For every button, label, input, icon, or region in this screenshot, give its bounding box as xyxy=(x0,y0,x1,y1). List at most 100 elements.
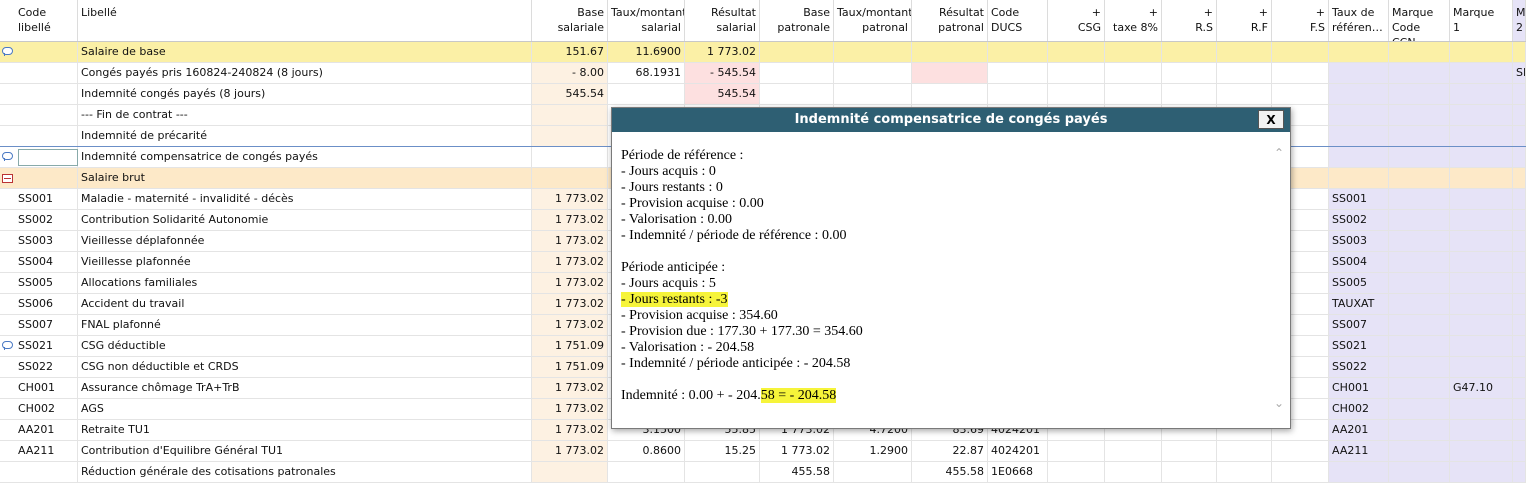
cell-marque-ccn[interactable] xyxy=(1389,189,1450,209)
cell-libelle[interactable]: Salaire de base xyxy=(78,42,532,62)
cell-csg[interactable] xyxy=(1048,441,1105,461)
comment-icon[interactable] xyxy=(0,42,15,62)
cell-taux-ref[interactable]: SS004 xyxy=(1329,252,1389,272)
cell-libelle[interactable]: Maladie - maternité - invalidité - décès xyxy=(78,189,532,209)
cell-marque1[interactable] xyxy=(1450,273,1513,293)
cell-csg[interactable] xyxy=(1048,462,1105,482)
cell-base-sal[interactable]: 1 773.02 xyxy=(532,294,608,314)
column-header-fs[interactable]: + F.S xyxy=(1272,0,1329,41)
cell-marque2[interactable] xyxy=(1513,105,1526,125)
cell-res-pat[interactable] xyxy=(912,63,988,83)
cell-taux-ref[interactable] xyxy=(1329,147,1389,167)
column-header-rf[interactable]: + R.F xyxy=(1217,0,1272,41)
cell-code[interactable]: SS007 xyxy=(15,315,78,335)
table-row[interactable]: Indemnité congés payés (8 jours) 545.54 54… xyxy=(0,84,1526,105)
cell-taux-ref[interactable]: SS005 xyxy=(1329,273,1389,293)
scroll-up-icon[interactable]: ⌃ xyxy=(1274,147,1284,159)
column-header-code[interactable]: Code libellé xyxy=(15,0,78,41)
cell-libelle[interactable]: Vieillesse déplafonnée xyxy=(78,231,532,251)
cell-marque-ccn[interactable] xyxy=(1389,84,1450,104)
cell-libelle[interactable]: Retraite TU1 xyxy=(78,420,532,440)
cell-taux-ref[interactable]: CH001 xyxy=(1329,378,1389,398)
cell-marque2[interactable] xyxy=(1513,378,1526,398)
column-header-taux-sal[interactable]: Taux/montant salarial xyxy=(608,0,685,41)
cell-base-sal[interactable] xyxy=(532,105,608,125)
cell-res-pat[interactable] xyxy=(912,84,988,104)
cell-marque1[interactable] xyxy=(1450,294,1513,314)
cell-taux-ref[interactable] xyxy=(1329,462,1389,482)
cell-code[interactable] xyxy=(15,42,78,62)
cell-marque-ccn[interactable] xyxy=(1389,252,1450,272)
dialog-close-button[interactable]: X xyxy=(1258,110,1284,129)
cell-taux-pat[interactable] xyxy=(834,63,912,83)
cell-code[interactable]: SS001 xyxy=(15,189,78,209)
cell-base-sal[interactable]: - 8.00 xyxy=(532,63,608,83)
cell-marque2[interactable] xyxy=(1513,231,1526,251)
cell-marque2[interactable]: SN xyxy=(1513,63,1526,83)
column-header-base-sal[interactable]: Base salariale xyxy=(532,0,608,41)
cell-rs[interactable] xyxy=(1162,441,1217,461)
cell-marque2[interactable] xyxy=(1513,315,1526,335)
cell-base-sal[interactable] xyxy=(532,462,608,482)
cell-taux-pat[interactable] xyxy=(834,462,912,482)
cell-base-sal[interactable] xyxy=(532,126,608,146)
cell-base-sal[interactable]: 545.54 xyxy=(532,84,608,104)
cell-taux-ref[interactable] xyxy=(1329,84,1389,104)
cell-taux-pat[interactable] xyxy=(834,84,912,104)
cell-marque2[interactable] xyxy=(1513,357,1526,377)
cell-base-sal[interactable] xyxy=(532,168,608,188)
cell-base-sal[interactable]: 1 773.02 xyxy=(532,189,608,209)
cell-marque2[interactable] xyxy=(1513,210,1526,230)
cell-marque-ccn[interactable] xyxy=(1389,294,1450,314)
cell-marque2[interactable] xyxy=(1513,294,1526,314)
table-row[interactable]: Congés payés pris 160824-240824 (8 jours… xyxy=(0,63,1526,84)
cell-base-sal[interactable]: 1 773.02 xyxy=(532,273,608,293)
cell-marque-ccn[interactable] xyxy=(1389,441,1450,461)
cell-rs[interactable] xyxy=(1162,462,1217,482)
cell-csg[interactable] xyxy=(1048,84,1105,104)
cell-base-pat[interactable] xyxy=(760,63,834,83)
cell-code[interactable]: AA211 xyxy=(15,441,78,461)
cell-code[interactable]: AA201 xyxy=(15,420,78,440)
scroll-down-icon[interactable]: ⌄ xyxy=(1274,397,1284,409)
cell-fs[interactable] xyxy=(1272,84,1329,104)
cell-base-sal[interactable]: 1 773.02 xyxy=(532,399,608,419)
cell-taxe8[interactable] xyxy=(1105,441,1162,461)
cell-marque1[interactable] xyxy=(1450,252,1513,272)
cell-base-sal[interactable]: 1 773.02 xyxy=(532,252,608,272)
cell-libelle[interactable]: Salaire brut xyxy=(78,168,532,188)
cell-marque1[interactable] xyxy=(1450,462,1513,482)
cell-taux-ref[interactable]: SS001 xyxy=(1329,189,1389,209)
cell-fs[interactable] xyxy=(1272,441,1329,461)
cell-marque1[interactable] xyxy=(1450,105,1513,125)
cell-marque-ccn[interactable] xyxy=(1389,462,1450,482)
column-header-marque2[interactable]: Ma 2 xyxy=(1513,0,1526,41)
cell-marque2[interactable] xyxy=(1513,84,1526,104)
cell-marque1[interactable] xyxy=(1450,63,1513,83)
cell-ducs[interactable]: 1E0668 xyxy=(988,462,1048,482)
cell-ducs[interactable]: 4024201 xyxy=(988,441,1048,461)
cell-marque2[interactable] xyxy=(1513,168,1526,188)
cell-ducs[interactable] xyxy=(988,84,1048,104)
column-header-csg[interactable]: + CSG xyxy=(1048,0,1105,41)
cell-marque-ccn[interactable] xyxy=(1389,273,1450,293)
cell-taux-ref[interactable]: AA201 xyxy=(1329,420,1389,440)
table-row[interactable]: AA211 Contribution d'Equilibre Général TU… xyxy=(0,441,1526,462)
cell-marque-ccn[interactable] xyxy=(1389,147,1450,167)
cell-marque-ccn[interactable] xyxy=(1389,126,1450,146)
cell-libelle[interactable]: Vieillesse plafonnée xyxy=(78,252,532,272)
cell-taxe8[interactable] xyxy=(1105,84,1162,104)
cell-libelle[interactable]: Indemnité de précarité xyxy=(78,126,532,146)
cell-libelle[interactable]: CSG déductible xyxy=(78,336,532,356)
cell-taxe8[interactable] xyxy=(1105,42,1162,62)
cell-marque1[interactable] xyxy=(1450,42,1513,62)
cell-base-sal[interactable]: 1 773.02 xyxy=(532,315,608,335)
cell-code[interactable]: SS005 xyxy=(15,273,78,293)
cell-fs[interactable] xyxy=(1272,63,1329,83)
cell-taux-sal[interactable] xyxy=(608,84,685,104)
cell-base-sal[interactable]: 1 773.02 xyxy=(532,378,608,398)
cell-marque1[interactable] xyxy=(1450,315,1513,335)
column-header-libelle[interactable]: Libellé xyxy=(78,0,532,41)
cell-res-pat[interactable] xyxy=(912,42,988,62)
cell-code[interactable]: SS004 xyxy=(15,252,78,272)
